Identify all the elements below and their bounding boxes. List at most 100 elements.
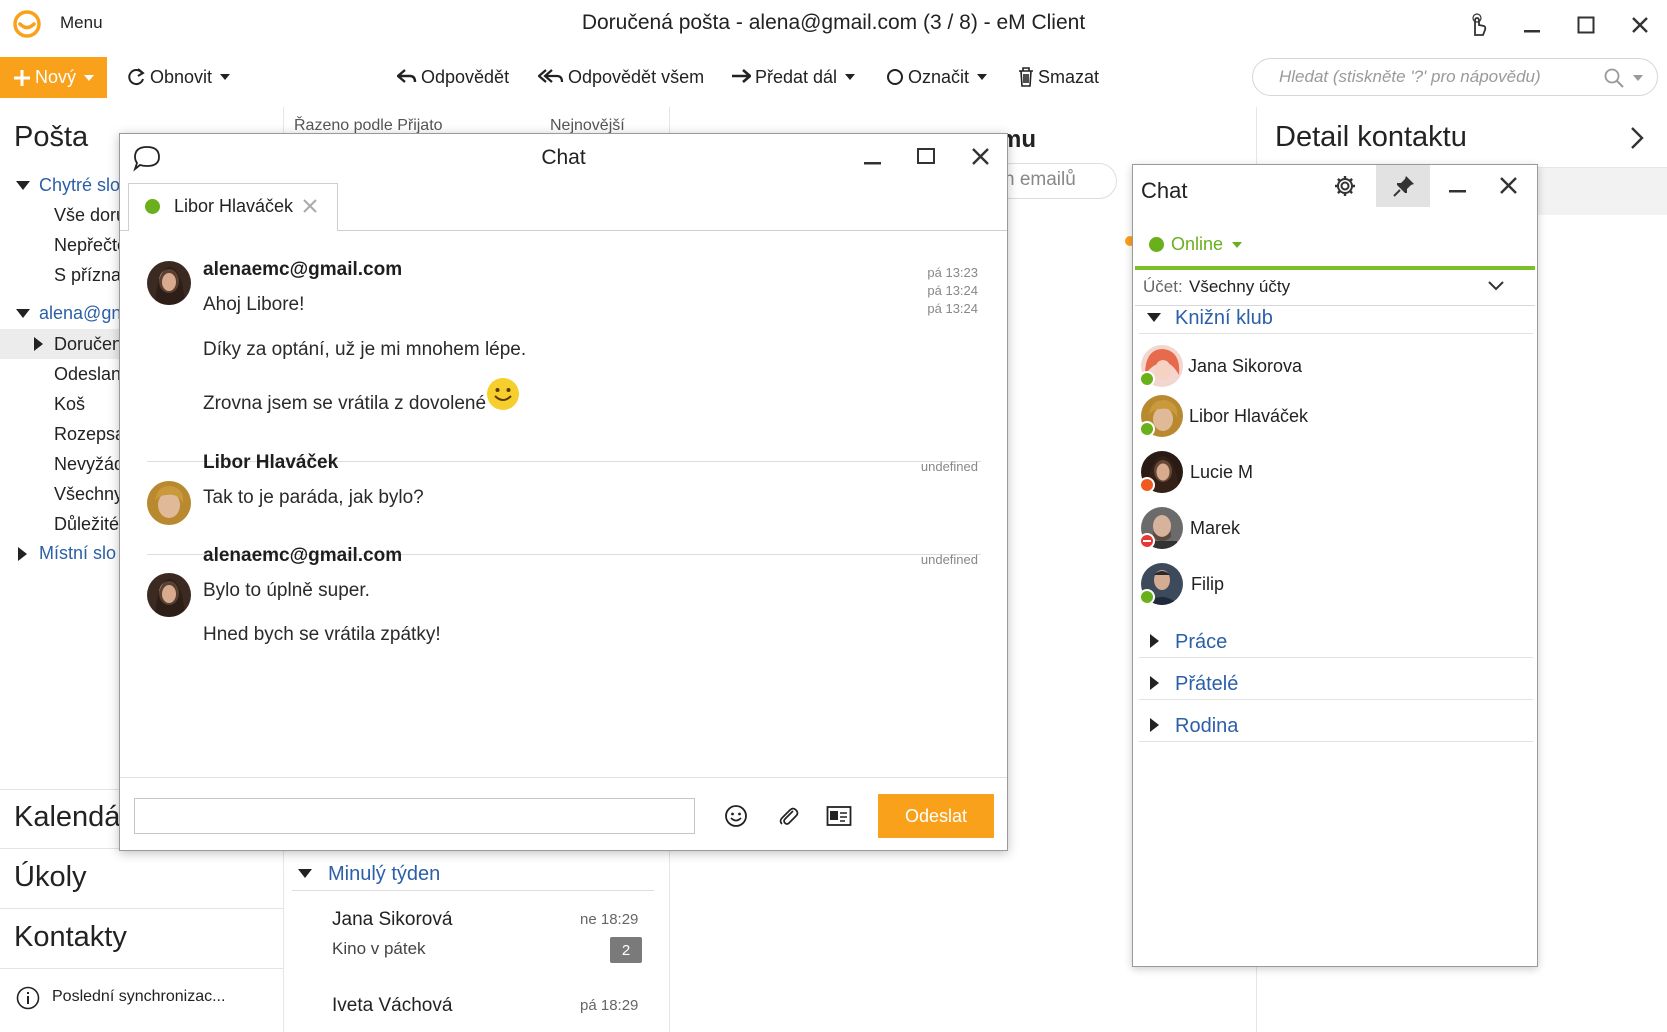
contact-item[interactable]: Filip (1133, 561, 1537, 607)
search-icon[interactable] (1604, 68, 1624, 88)
collapse-smart-icon[interactable] (16, 181, 30, 190)
contact-group-family[interactable]: Rodina (1175, 715, 1238, 738)
contact-group-book-club[interactable]: Knižní klub (1175, 307, 1273, 330)
smart-folders-group[interactable]: Chytré slo (39, 175, 120, 196)
message-text: Ahoj Libore! (203, 294, 305, 315)
message-time: ne 18:29 (580, 911, 639, 928)
online-status-dot (1149, 237, 1164, 252)
busy-status-icon (1139, 533, 1155, 549)
account-selector[interactable]: Účet: Všechny účty (1135, 270, 1535, 306)
collapse-week-icon[interactable] (298, 869, 312, 878)
tab-conversation[interactable]: Libor Hlaváček (128, 183, 338, 231)
contact-item[interactable]: Lucie M (1133, 449, 1537, 495)
chat-minimize-button[interactable] (862, 146, 884, 168)
divider (1139, 333, 1533, 334)
chat-close-button[interactable] (970, 146, 992, 168)
tasks-module[interactable]: Úkoly (14, 861, 87, 894)
folder-all[interactable]: Všechny (54, 484, 123, 505)
contact-group-work[interactable]: Práce (1175, 631, 1227, 654)
divider (1139, 699, 1533, 700)
collapse-group-icon[interactable] (1147, 313, 1161, 322)
folder-all-inbox[interactable]: Vše doru (54, 205, 126, 226)
mark-label: Označit (908, 66, 970, 87)
thread-count-badge: 2 (610, 937, 642, 963)
chat-maximize-button[interactable] (916, 146, 938, 168)
reply-label: Odpovědět (421, 66, 510, 87)
message-sender: Iveta Váchová (332, 995, 453, 1016)
chat-contacts-window: Chat Online Účet: Všechny účty Knižní kl… (1132, 164, 1538, 967)
account-label: Účet: (1143, 277, 1183, 296)
expand-inbox-icon[interactable] (34, 337, 43, 351)
message-text: Díky za optání, už je mi mnohem lépe. (203, 339, 527, 360)
message-text: Tak to je paráda, jak bylo? (203, 487, 424, 508)
folder-sent[interactable]: Odeslan (54, 364, 121, 385)
reply-all-button[interactable]: Odpovědět všem (538, 64, 704, 90)
mail-header[interactable]: Pošta (14, 121, 88, 154)
new-button[interactable]: Nový (0, 57, 107, 98)
contact-item[interactable]: Jana Sikorova (1133, 343, 1537, 389)
folder-inbox[interactable]: Doručen (54, 334, 122, 355)
contact-name: Libor Hlaváček (1189, 406, 1309, 426)
send-button[interactable]: Odeslat (878, 794, 994, 838)
chat-sidebar-minimize-button[interactable] (1447, 175, 1469, 197)
info-icon (16, 986, 40, 1010)
contacts-module[interactable]: Kontakty (14, 921, 127, 954)
contact-group-friends[interactable]: Přátelé (1175, 673, 1238, 696)
calendar-module[interactable]: Kalendá (14, 801, 120, 834)
chevron-right-icon[interactable] (1629, 125, 1645, 151)
divider (0, 908, 284, 909)
pin-button[interactable] (1376, 165, 1430, 207)
folder-trash[interactable]: Koš (54, 394, 85, 415)
attachment-icon[interactable] (776, 804, 800, 828)
reading-pane-pill[interactable]: n emailů (993, 163, 1117, 199)
reply-button[interactable]: Odpovědět (397, 64, 509, 90)
forward-button[interactable]: Předat dál (731, 64, 856, 90)
trash-icon (1019, 67, 1033, 87)
status-selector[interactable]: Online (1171, 234, 1243, 255)
detail-title: Detail kontaktu (1275, 121, 1467, 153)
chat-window: Chat Libor Hlaváček alenaemc@gmail.com A… (119, 133, 1008, 851)
expand-group-icon[interactable] (1150, 718, 1159, 732)
folder-drafts[interactable]: Rozepsa (54, 424, 125, 445)
local-folders-group[interactable]: Místní slo (39, 543, 116, 564)
gear-icon[interactable] (1333, 174, 1357, 198)
composer-divider (120, 777, 1007, 778)
mark-button[interactable]: Označit (886, 64, 988, 90)
search-input[interactable]: Hledat (stiskněte '?' pro nápovědu) (1252, 58, 1658, 96)
contact-item[interactable]: Libor Hlaváček (1133, 393, 1537, 439)
search-options-icon[interactable] (1633, 75, 1643, 81)
week-group-header[interactable]: Minulý týden (328, 863, 440, 886)
contact-card-icon[interactable] (826, 805, 852, 827)
expand-group-icon[interactable] (1150, 676, 1159, 690)
close-tab-icon[interactable] (301, 197, 319, 215)
online-status-dot (1139, 421, 1155, 437)
window-title: Doručená pošta - alena@gmail.com (3 / 8)… (581, 11, 1086, 34)
status-label: Online (1171, 234, 1224, 254)
delete-button[interactable]: Smazat (1018, 64, 1099, 90)
contact-item[interactable]: Marek (1133, 505, 1537, 551)
folder-junk[interactable]: Nevyžád (54, 454, 124, 475)
forward-label: Předat dál (755, 66, 838, 87)
contact-name: Lucie M (1190, 462, 1254, 482)
online-status-dot (145, 199, 160, 214)
list-item[interactable]: Iveta Váchová pá 18:29 (284, 985, 670, 1032)
refresh-button[interactable]: Obnovit (126, 64, 231, 90)
folder-unread[interactable]: Nepřečte (54, 235, 127, 256)
folder-important[interactable]: Důležité (54, 514, 119, 535)
maximize-button[interactable] (1570, 10, 1602, 40)
expand-group-icon[interactable] (1150, 634, 1159, 648)
avatar (147, 261, 191, 305)
message-time: pá 13:24 (927, 301, 978, 316)
emoji-button-icon[interactable] (724, 804, 748, 828)
folder-flagged[interactable]: S přízna (54, 265, 121, 286)
account-group[interactable]: alena@gn (39, 303, 121, 324)
close-button[interactable] (1624, 10, 1656, 40)
expand-local-icon[interactable] (18, 547, 27, 561)
list-item[interactable]: Jana Sikorová ne 18:29 Kino v pátek 2 (284, 899, 670, 975)
contact-name: Filip (1191, 574, 1225, 594)
chat-sidebar-close-button[interactable] (1498, 175, 1520, 197)
collapse-account-icon[interactable] (16, 309, 30, 318)
minimize-button[interactable] (1516, 10, 1548, 40)
chat-message-input[interactable] (134, 798, 695, 834)
touch-mode-icon[interactable] (1462, 10, 1494, 40)
